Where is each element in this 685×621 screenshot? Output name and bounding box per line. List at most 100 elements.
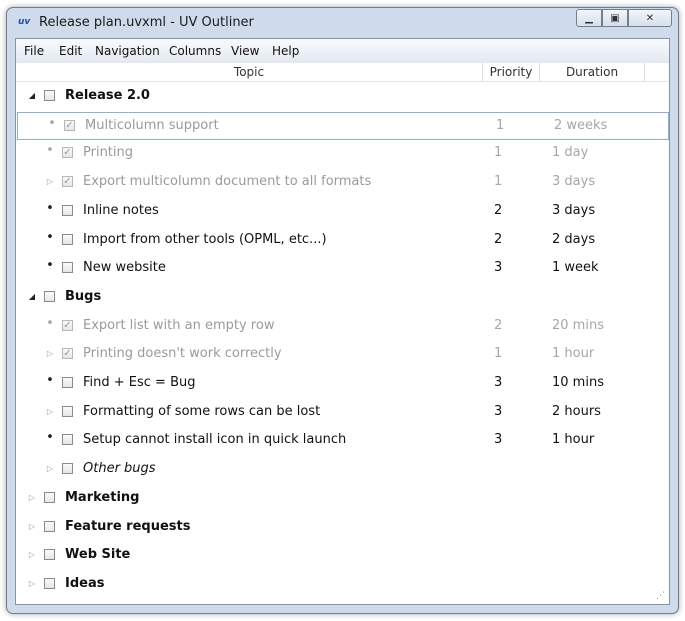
row-priority[interactable]: 1 (494, 346, 502, 361)
column-header-topic[interactable]: Topic (16, 63, 482, 81)
row-topic[interactable]: Bugs (65, 289, 101, 304)
outline-row[interactable]: • Setup cannot install icon in quick laun… (16, 427, 669, 455)
row-topic[interactable]: Printing doesn't work correctly (83, 346, 282, 361)
row-priority[interactable]: 3 (494, 260, 502, 275)
row-topic[interactable]: Feature requests (65, 519, 190, 534)
menu-columns[interactable]: Columns (169, 44, 221, 58)
task-checkbox[interactable] (44, 549, 55, 560)
collapse-arrow-icon[interactable]: ▷ (27, 550, 37, 559)
row-duration[interactable]: 1 day (552, 145, 588, 160)
maximize-button[interactable]: ▣ (602, 9, 628, 27)
task-checkbox[interactable] (62, 406, 73, 417)
row-duration[interactable]: 3 days (552, 203, 595, 218)
column-divider[interactable] (644, 63, 645, 81)
menu-file[interactable]: File (24, 44, 44, 58)
outline-row[interactable]: • ✓ Printing 1 1 day (16, 140, 669, 168)
task-checkbox[interactable]: ✓ (62, 147, 73, 158)
outline-row[interactable]: • Import from other tools (OPML, etc...) 2… (16, 227, 669, 255)
group-row[interactable]: ▷ Ideas (16, 571, 669, 599)
row-duration[interactable]: 20 mins (552, 318, 604, 333)
row-priority[interactable]: 3 (494, 404, 502, 419)
task-checkbox[interactable]: ✓ (62, 348, 73, 359)
row-duration[interactable]: 10 mins (552, 375, 604, 390)
outline-row[interactable]: ▷ Other bugs (16, 456, 669, 484)
task-checkbox[interactable] (62, 262, 73, 273)
task-checkbox[interactable] (62, 434, 73, 445)
row-duration[interactable]: 1 hour (552, 346, 594, 361)
collapse-arrow-icon[interactable]: ▷ (45, 349, 55, 358)
row-topic[interactable]: Find + Esc = Bug (83, 375, 196, 390)
collapse-arrow-icon[interactable]: ▷ (45, 407, 55, 416)
task-checkbox[interactable] (44, 90, 55, 101)
outline-row[interactable]: • Inline notes 2 3 days (16, 198, 669, 226)
outline-row[interactable]: • Find + Esc = Bug 3 10 mins (16, 370, 669, 398)
task-checkbox[interactable] (62, 234, 73, 245)
row-priority[interactable]: 2 (494, 203, 502, 218)
collapse-arrow-icon[interactable]: ▷ (27, 493, 37, 502)
row-topic[interactable]: Ideas (65, 576, 104, 591)
task-checkbox[interactable] (62, 377, 73, 388)
menu-navigation[interactable]: Navigation (95, 44, 160, 58)
close-button[interactable]: ✕ (628, 9, 672, 27)
row-topic[interactable]: New website (83, 260, 166, 275)
menu-edit[interactable]: Edit (59, 44, 82, 58)
group-row[interactable]: ▷ Feature requests (16, 514, 669, 542)
collapse-arrow-icon[interactable]: ▷ (45, 177, 55, 186)
task-checkbox[interactable] (44, 521, 55, 532)
outline-row[interactable]: ▷ ✓ Printing doesn't work correctly 1 1 hour (16, 341, 669, 369)
row-topic[interactable]: Formatting of some rows can be lost (83, 404, 320, 419)
row-topic[interactable]: Export list with an empty row (83, 318, 274, 333)
group-row[interactable]: ▷ Web Site (16, 542, 669, 570)
task-checkbox[interactable] (62, 205, 73, 216)
row-priority[interactable]: 3 (494, 375, 502, 390)
collapse-arrow-icon[interactable]: ▷ (45, 464, 55, 473)
expand-arrow-icon[interactable]: ◢ (27, 292, 37, 301)
row-topic[interactable]: Inline notes (83, 203, 159, 218)
row-duration[interactable]: 1 hour (552, 432, 594, 447)
row-duration[interactable]: 1 week (552, 260, 599, 275)
outline-row[interactable]: ▷ ✓ Export multicolumn document to all for… (16, 169, 669, 197)
row-priority[interactable]: 2 (494, 318, 502, 333)
collapse-arrow-icon[interactable]: ▷ (27, 522, 37, 531)
group-row[interactable]: ◢ Release 2.0 (16, 83, 669, 111)
expand-arrow-icon[interactable]: ◢ (27, 91, 37, 100)
outline-row[interactable]: • ✓ Multicolumn support 1 2 weeks (17, 112, 669, 140)
task-checkbox[interactable] (44, 578, 55, 589)
row-duration[interactable]: 2 days (552, 232, 595, 247)
row-priority[interactable]: 1 (496, 118, 504, 133)
resize-grip-icon[interactable]: ⋰ (656, 591, 666, 601)
collapse-arrow-icon[interactable]: ▷ (27, 579, 37, 588)
row-topic[interactable]: Release 2.0 (65, 88, 150, 103)
outline-row[interactable]: • ✓ Export list with an empty row 2 20 mins (16, 313, 669, 341)
menu-view[interactable]: View (231, 44, 259, 58)
outline-row[interactable]: • New website 3 1 week (16, 255, 669, 283)
group-row[interactable]: ▷ Marketing (16, 485, 669, 513)
task-checkbox[interactable] (62, 463, 73, 474)
row-topic[interactable]: Export multicolumn document to all forma… (83, 174, 371, 189)
menu-help[interactable]: Help (272, 44, 299, 58)
column-header-priority[interactable]: Priority (483, 63, 539, 81)
task-checkbox[interactable] (44, 291, 55, 302)
row-topic[interactable]: Multicolumn support (85, 118, 219, 133)
row-topic[interactable]: Import from other tools (OPML, etc...) (83, 232, 327, 247)
row-topic[interactable]: Other bugs (83, 461, 156, 476)
task-checkbox[interactable]: ✓ (64, 120, 75, 131)
minimize-button[interactable]: ▁ (576, 9, 602, 27)
row-topic[interactable]: Setup cannot install icon in quick launc… (83, 432, 346, 447)
row-topic[interactable]: Marketing (65, 490, 139, 505)
column-header-duration[interactable]: Duration (540, 63, 644, 81)
title-bar[interactable]: uv Release plan.uvxml - UV Outliner ▁ ▣ … (7, 8, 678, 38)
group-row[interactable]: ◢ Bugs (16, 284, 669, 312)
row-priority[interactable]: 2 (494, 232, 502, 247)
row-topic[interactable]: Printing (83, 145, 133, 160)
row-priority[interactable]: 1 (494, 174, 502, 189)
outline-row[interactable]: ▷ Formatting of some rows can be lost 3 2 h… (16, 399, 669, 427)
row-duration[interactable]: 3 days (552, 174, 595, 189)
task-checkbox[interactable] (44, 492, 55, 503)
row-duration[interactable]: 2 weeks (554, 118, 607, 133)
task-checkbox[interactable]: ✓ (62, 320, 73, 331)
row-priority[interactable]: 1 (494, 145, 502, 160)
row-duration[interactable]: 2 hours (552, 404, 601, 419)
row-topic[interactable]: Web Site (65, 547, 130, 562)
task-checkbox[interactable]: ✓ (62, 176, 73, 187)
